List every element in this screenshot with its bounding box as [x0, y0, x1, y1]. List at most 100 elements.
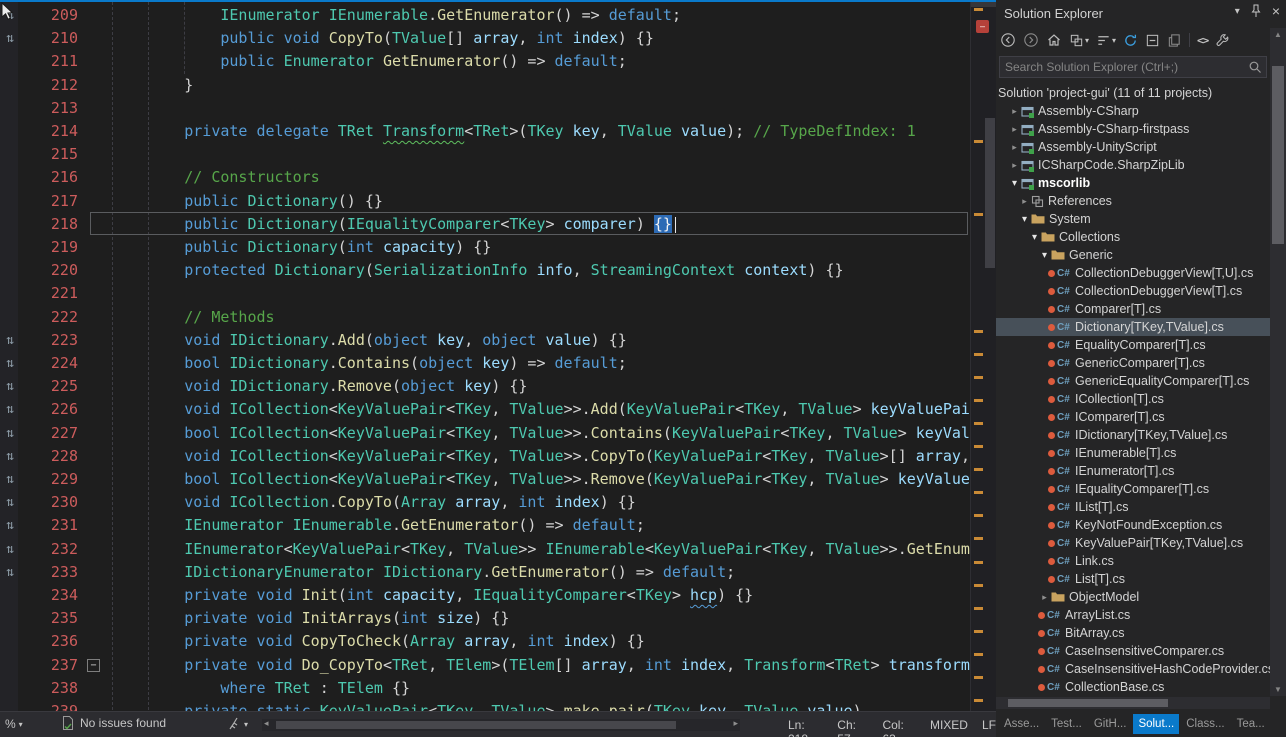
code-line[interactable]: ⇅231 IEnumerator IEnumerable.GetEnumerat…: [0, 514, 970, 537]
code-line[interactable]: ⇅224 bool IDictionary.Contains(object ke…: [0, 352, 970, 375]
tree-item[interactable]: C#IComparer[T].cs: [996, 408, 1270, 426]
expand-arrow-icon[interactable]: ▾: [1028, 232, 1041, 243]
properties-button[interactable]: [1215, 33, 1230, 48]
char-indicator[interactable]: Ch: 57: [837, 718, 868, 737]
panel-tab[interactable]: Asse...: [999, 714, 1044, 734]
code-line[interactable]: ⇅233 IDictionaryEnumerator IDictionary.G…: [0, 561, 970, 584]
code-line[interactable]: 217 public Dictionary() {}: [0, 190, 970, 213]
tree-item[interactable]: C#CollectionDebuggerView[T].cs: [996, 282, 1270, 300]
tree-horizontal-scrollbar[interactable]: [996, 697, 1270, 709]
window-position-icon[interactable]: ▾: [1235, 6, 1240, 17]
inheritance-margin-icon[interactable]: ⇅: [2, 27, 18, 50]
tree-item[interactable]: ▸References: [996, 192, 1270, 210]
code-line[interactable]: 221: [0, 282, 970, 305]
code-line[interactable]: 235 private void InitArrays(int size) {}: [0, 607, 970, 630]
expand-arrow-icon[interactable]: ▸: [1018, 196, 1031, 207]
tree-item[interactable]: C#IEqualityComparer[T].cs: [996, 480, 1270, 498]
tree-hscrollbar-thumb[interactable]: [1008, 699, 1168, 707]
vertical-scrollbar-thumb[interactable]: [985, 118, 995, 268]
tree-item[interactable]: C#GenericComparer[T].cs: [996, 354, 1270, 372]
code-editor[interactable]: ⇅209 IEnumerator IEnumerable.GetEnumerat…: [0, 0, 970, 711]
code-line[interactable]: ⇅209 IEnumerator IEnumerable.GetEnumerat…: [0, 4, 970, 27]
code-line[interactable]: 216 // Constructors: [0, 166, 970, 189]
pending-changes-filter-button[interactable]: ▾: [1096, 33, 1116, 48]
inheritance-margin-icon[interactable]: ⇅: [2, 398, 18, 421]
expand-arrow-icon[interactable]: ▾: [1038, 250, 1051, 261]
code-line[interactable]: ⇅225 void IDictionary.Remove(object key)…: [0, 375, 970, 398]
inheritance-margin-icon[interactable]: ⇅: [2, 422, 18, 445]
code-line[interactable]: ⇅227 bool ICollection<KeyValuePair<TKey,…: [0, 422, 970, 445]
tree-item[interactable]: C#Dictionary[TKey,TValue].cs: [996, 318, 1270, 336]
expand-arrow-icon[interactable]: ▾: [1018, 214, 1031, 225]
tree-item[interactable]: C#List[T].cs: [996, 570, 1270, 588]
back-button[interactable]: [1000, 32, 1016, 48]
tree-item[interactable]: C#IList[T].cs: [996, 498, 1270, 516]
vertical-scrollbar[interactable]: –: [970, 0, 996, 711]
tree-item[interactable]: C#Link.cs: [996, 552, 1270, 570]
inheritance-margin-icon[interactable]: ⇅: [2, 538, 18, 561]
code-line[interactable]: 211 public Enumerator GetEnumerator() =>…: [0, 50, 970, 73]
code-line[interactable]: 237− private void Do_CopyTo<TRet, TElem>…: [0, 654, 970, 677]
expand-arrow-icon[interactable]: ▾: [1008, 178, 1021, 189]
tree-item[interactable]: C#GenericEqualityComparer[T].cs: [996, 372, 1270, 390]
horizontal-scrollbar[interactable]: ◂ ▸: [262, 719, 740, 731]
expand-arrow-icon[interactable]: ▸: [1008, 106, 1021, 117]
tree-item[interactable]: C#CaseInsensitiveComparer.cs: [996, 642, 1270, 660]
refresh-button[interactable]: [1123, 33, 1138, 48]
code-line[interactable]: 218 public Dictionary(IEqualityComparer<…: [0, 213, 970, 236]
panel-tab[interactable]: GitH...: [1089, 714, 1132, 734]
search-input[interactable]: [1000, 57, 1232, 77]
inheritance-margin-icon[interactable]: ⇅: [2, 329, 18, 352]
tree-item[interactable]: ▾System: [996, 210, 1270, 228]
code-line[interactable]: 213: [0, 97, 970, 120]
tree-item[interactable]: C#KeyValuePair[TKey,TValue].cs: [996, 534, 1270, 552]
inheritance-margin-icon[interactable]: ⇅: [2, 375, 18, 398]
tree-item[interactable]: ▸ICSharpCode.SharpZipLib: [996, 156, 1270, 174]
code-line[interactable]: 220 protected Dictionary(SerializationIn…: [0, 259, 970, 282]
code-cleanup-button[interactable]: ▾: [228, 717, 248, 731]
document-error-indicator[interactable]: –: [976, 20, 989, 33]
pin-icon[interactable]: [1250, 4, 1262, 18]
expand-arrow-icon[interactable]: ▸: [1008, 160, 1021, 171]
tree-scrollbar-thumb[interactable]: [1272, 66, 1284, 244]
tree-item[interactable]: C#IEnumerator[T].cs: [996, 462, 1270, 480]
line-indicator[interactable]: Ln: 218: [788, 718, 823, 737]
tree-item[interactable]: ▸Assembly-CSharp: [996, 102, 1270, 120]
code-line[interactable]: ⇅230 void ICollection.CopyTo(Array array…: [0, 491, 970, 514]
expand-arrow-icon[interactable]: ▸: [1038, 592, 1051, 603]
tree-item[interactable]: C#CaseInsensitiveHashCodeProvider.cs: [996, 660, 1270, 678]
inheritance-margin-icon[interactable]: ⇅: [2, 468, 18, 491]
scroll-up-icon[interactable]: ▲: [1270, 30, 1286, 39]
code-line[interactable]: ⇅232 IEnumerator<KeyValuePair<TKey, TVal…: [0, 538, 970, 561]
scroll-right-icon[interactable]: ▸: [733, 718, 738, 729]
tree-item[interactable]: C#IDictionary[TKey,TValue].cs: [996, 426, 1270, 444]
code-line[interactable]: 234 private void Init(int capacity, IEqu…: [0, 584, 970, 607]
code-line[interactable]: 238 where TRet : TElem {}: [0, 677, 970, 700]
switch-views-button[interactable]: ▾: [1069, 33, 1089, 48]
tree-item[interactable]: ▸Assembly-UnityScript: [996, 138, 1270, 156]
scroll-left-icon[interactable]: ◂: [264, 718, 269, 729]
panel-tab[interactable]: Solut...: [1133, 714, 1179, 734]
horizontal-scrollbar-thumb[interactable]: [276, 721, 676, 729]
code-line[interactable]: 212 }: [0, 74, 970, 97]
tree-item[interactable]: C#KeyNotFoundException.cs: [996, 516, 1270, 534]
code-line[interactable]: ⇅228 void ICollection<KeyValuePair<TKey,…: [0, 445, 970, 468]
search-icon[interactable]: [1248, 60, 1262, 74]
collapse-all-button[interactable]: [1145, 33, 1160, 48]
tree-item[interactable]: ▾Collections: [996, 228, 1270, 246]
fold-collapse-box[interactable]: −: [87, 659, 100, 672]
code-line[interactable]: 214 private delegate TRet Transform<TRet…: [0, 120, 970, 143]
tree-vertical-scrollbar[interactable]: ▲ ▼: [1270, 28, 1286, 696]
scroll-down-icon[interactable]: ▼: [1270, 685, 1286, 694]
inheritance-margin-icon[interactable]: ⇅: [2, 561, 18, 584]
tree-item[interactable]: C#ArrayList.cs: [996, 606, 1270, 624]
tree-item[interactable]: ▸Assembly-CSharp-firstpass: [996, 120, 1270, 138]
inheritance-margin-icon[interactable]: ⇅: [2, 514, 18, 537]
tree-item[interactable]: ▸ObjectModel: [996, 588, 1270, 606]
tree-item[interactable]: C#EqualityComparer[T].cs: [996, 336, 1270, 354]
zoom-control[interactable]: % ▾: [5, 717, 23, 731]
column-indicator[interactable]: Col: 63: [882, 718, 916, 737]
tree-item[interactable]: Solution 'project-gui' (11 of 11 project…: [996, 84, 1270, 102]
show-all-files-button[interactable]: [1167, 33, 1182, 48]
tree-item[interactable]: ▾mscorlib: [996, 174, 1270, 192]
